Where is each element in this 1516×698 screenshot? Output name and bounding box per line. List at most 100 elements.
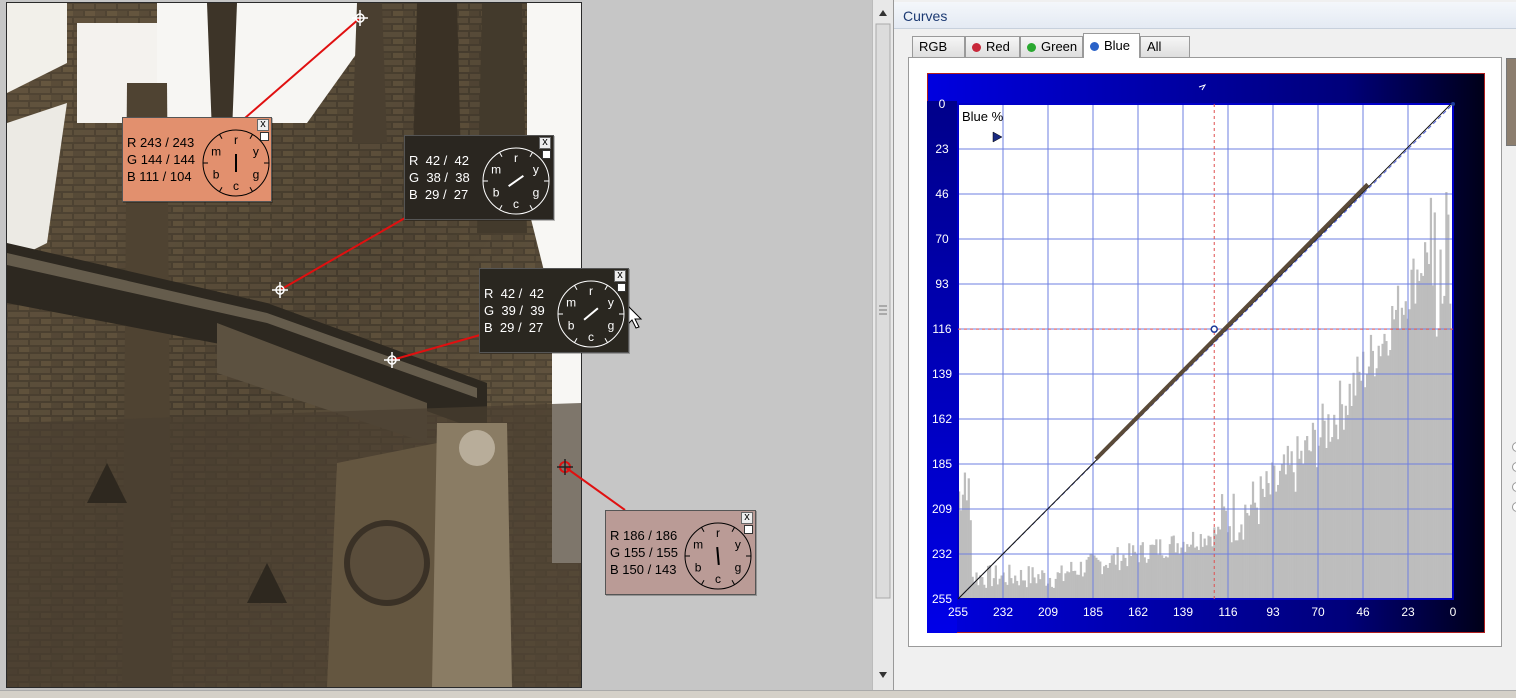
histogram-bar bbox=[1019, 569, 1023, 599]
tab-red[interactable]: Red bbox=[965, 36, 1020, 57]
side-panel-swatch bbox=[1506, 58, 1516, 146]
option-radio-4[interactable] bbox=[1512, 502, 1516, 512]
histogram-bar bbox=[1261, 488, 1264, 599]
histogram-bar bbox=[1151, 544, 1154, 599]
histogram-bar bbox=[1054, 578, 1057, 599]
option-radio-1[interactable] bbox=[1512, 442, 1516, 452]
histogram-bar bbox=[1302, 463, 1305, 599]
histogram-bar bbox=[1381, 343, 1384, 599]
histogram-bar bbox=[1060, 565, 1063, 599]
histogram-bar bbox=[1445, 192, 1448, 599]
curve-control-point[interactable] bbox=[1210, 325, 1218, 333]
histogram-bar bbox=[1029, 583, 1032, 599]
histogram-bar bbox=[1180, 547, 1183, 599]
histogram-bar bbox=[1350, 406, 1353, 599]
histogram-bar bbox=[1215, 534, 1218, 599]
histogram-bar bbox=[1269, 494, 1272, 599]
histogram-bar bbox=[1110, 555, 1113, 599]
histogram-bar bbox=[1104, 564, 1108, 599]
clock-letter-r: r bbox=[589, 284, 593, 298]
scroll-down-arrow-icon[interactable] bbox=[879, 672, 887, 678]
histogram-bar bbox=[1327, 414, 1330, 599]
scroll-thumb[interactable] bbox=[875, 23, 891, 599]
green-dot-icon bbox=[1027, 43, 1036, 52]
histogram-bar bbox=[1236, 540, 1239, 599]
histogram-bar bbox=[1431, 285, 1434, 599]
clock-letter-b: b bbox=[568, 319, 575, 333]
histogram-bar bbox=[1255, 507, 1258, 599]
histogram-bar bbox=[1307, 450, 1311, 599]
histogram-bar bbox=[1280, 463, 1284, 599]
histogram-bar bbox=[1420, 273, 1423, 599]
histogram-bar bbox=[1027, 566, 1030, 599]
histogram-bar bbox=[1056, 572, 1059, 599]
image-pane: x R 243 / 243 G 144 / 144 B 111 / 104 rygc… bbox=[0, 0, 872, 697]
option-radio-3[interactable] bbox=[1512, 482, 1516, 492]
tab-all[interactable]: All bbox=[1140, 36, 1190, 57]
option-radio-2[interactable] bbox=[1512, 462, 1516, 472]
vertical-scrollbar[interactable] bbox=[872, 0, 893, 690]
histogram-bar bbox=[1193, 547, 1197, 599]
clock-hand bbox=[583, 307, 599, 321]
histogram-bar bbox=[967, 478, 970, 599]
histogram-bar bbox=[1246, 513, 1249, 599]
histogram-bar bbox=[1244, 504, 1247, 599]
histogram-bar bbox=[1017, 585, 1021, 599]
histogram-bar bbox=[994, 565, 997, 599]
sampler-4-r-value: R 186 / 186 bbox=[610, 528, 678, 543]
sampler-3-color-wheel-icon: r ygcbm bbox=[557, 280, 625, 348]
histogram-bar bbox=[1166, 557, 1170, 599]
curves-graph[interactable]: 0 23 46 70 93 116 139 162 185 209 232 255 255 232 209… bbox=[927, 73, 1485, 633]
histogram-bar bbox=[1164, 556, 1168, 599]
histogram-bar bbox=[1006, 584, 1009, 599]
tab-blue[interactable]: Blue bbox=[1083, 33, 1140, 58]
scroll-up-arrow-icon[interactable] bbox=[879, 10, 887, 16]
histogram-bar bbox=[1021, 580, 1025, 599]
histogram-bar bbox=[1385, 341, 1388, 599]
histogram-bar bbox=[1230, 542, 1233, 599]
y-tick-label: 70 bbox=[935, 232, 949, 246]
y-tick-label: 116 bbox=[932, 322, 951, 336]
histogram-bar bbox=[1205, 545, 1208, 599]
histogram-bar bbox=[985, 587, 988, 599]
histogram-bar bbox=[1118, 570, 1121, 599]
x-tick-label: 0 bbox=[1450, 605, 1457, 619]
tab-green[interactable]: Green bbox=[1020, 36, 1083, 57]
histogram-bar bbox=[1004, 582, 1007, 599]
histogram-bar bbox=[1340, 404, 1344, 599]
histogram-bar bbox=[1224, 510, 1228, 599]
x-tick-label: 70 bbox=[1311, 605, 1325, 619]
histogram-bar bbox=[961, 494, 965, 599]
color-sampler-1[interactable]: x R 243 / 243 G 144 / 144 B 111 / 104 rygc… bbox=[122, 117, 272, 202]
histogram-bar bbox=[1201, 546, 1204, 599]
histogram-bar bbox=[977, 585, 980, 599]
histogram-bar bbox=[1306, 436, 1309, 599]
sampler-4-color-wheel-icon: r ygcbm bbox=[684, 522, 752, 590]
x-tick-label: 209 bbox=[1038, 605, 1058, 619]
histogram-bar bbox=[1222, 506, 1226, 599]
histogram-bar bbox=[1375, 368, 1378, 599]
x-tick-label: 185 bbox=[1083, 605, 1103, 619]
clock-hand bbox=[716, 546, 720, 566]
y-tick-label: 139 bbox=[932, 367, 952, 381]
histogram-bar bbox=[1278, 470, 1282, 599]
histogram-bar bbox=[979, 575, 982, 599]
color-sampler-2[interactable]: x R 42 / 42 G 38 / 38 B 29 / 27 rygcbm bbox=[404, 135, 554, 220]
histogram-bar bbox=[1435, 336, 1438, 599]
color-sampler-3[interactable]: x R 42 / 42 G 39 / 39 B 29 / 27 rygcbm bbox=[479, 268, 629, 353]
color-sampler-4[interactable]: x R 186 / 186 G 155 / 155 B 150 / 143 rygc… bbox=[605, 510, 756, 595]
curve-endpoint-top[interactable] bbox=[1451, 102, 1455, 106]
y-tick-label: 23 bbox=[935, 142, 949, 156]
histogram-bar bbox=[1348, 383, 1351, 599]
tab-rgb[interactable]: RGB bbox=[912, 36, 965, 57]
x-tick-label: 255 bbox=[948, 605, 968, 619]
histogram-bar bbox=[975, 572, 978, 599]
red-dot-icon bbox=[972, 43, 981, 52]
histogram-bar bbox=[1427, 264, 1431, 599]
histogram-bar bbox=[1356, 356, 1359, 599]
histogram-bar bbox=[1429, 197, 1433, 599]
histogram-bar bbox=[1323, 420, 1326, 599]
histogram-bar bbox=[1360, 380, 1363, 599]
histogram-bar bbox=[1209, 536, 1212, 599]
x-tick-label: 23 bbox=[1401, 605, 1415, 619]
